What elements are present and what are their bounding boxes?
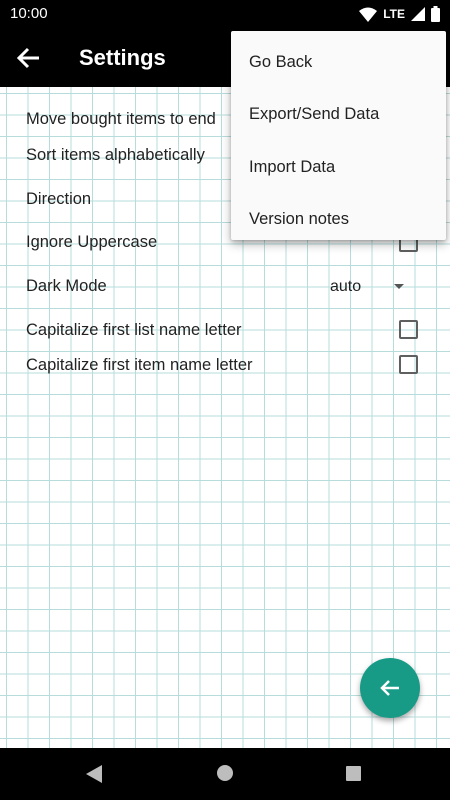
nav-back-icon[interactable] <box>86 765 102 783</box>
setting-direction[interactable]: Direction <box>26 190 91 209</box>
arrow-left-icon <box>380 680 399 696</box>
capitalize-item-name-checkbox[interactable] <box>399 355 418 374</box>
menu-item-version-notes[interactable]: Version notes <box>231 194 446 247</box>
fab-back-button[interactable] <box>360 658 420 718</box>
back-arrow-icon[interactable] <box>14 44 44 72</box>
navigation-bar <box>0 748 450 800</box>
menu-item-export-send-data[interactable]: Export/Send Data <box>231 89 446 142</box>
menu-item-import-data[interactable]: Import Data <box>231 141 446 194</box>
status-time: 10:00 <box>10 5 48 22</box>
network-type-label: LTE <box>383 7 405 21</box>
cellular-signal-icon <box>411 7 425 21</box>
battery-icon <box>431 6 440 22</box>
dropdown-arrow-icon[interactable] <box>394 284 404 289</box>
setting-dark-mode: Dark Mode <box>26 277 107 295</box>
wifi-icon <box>359 7 378 22</box>
status-icons: LTE <box>359 5 440 23</box>
overflow-menu: Go Back Export/Send Data Import Data Ver… <box>231 31 446 240</box>
menu-item-go-back[interactable]: Go Back <box>231 36 446 89</box>
setting-move-bought-items[interactable]: Move bought items to end <box>26 110 216 129</box>
setting-capitalize-item-name: Capitalize first item name letter <box>26 356 253 374</box>
nav-home-icon[interactable] <box>217 765 233 781</box>
page-title: Settings <box>79 45 166 70</box>
setting-ignore-uppercase[interactable]: Ignore Uppercase <box>26 233 157 252</box>
dark-mode-select[interactable]: auto <box>330 278 361 296</box>
setting-capitalize-list-name: Capitalize first list name letter <box>26 321 242 339</box>
setting-sort-alphabetically[interactable]: Sort items alphabetically <box>26 146 205 165</box>
nav-recents-icon[interactable] <box>346 766 361 781</box>
status-bar: 10:00 LTE <box>0 0 450 28</box>
capitalize-list-name-checkbox[interactable] <box>399 320 418 339</box>
